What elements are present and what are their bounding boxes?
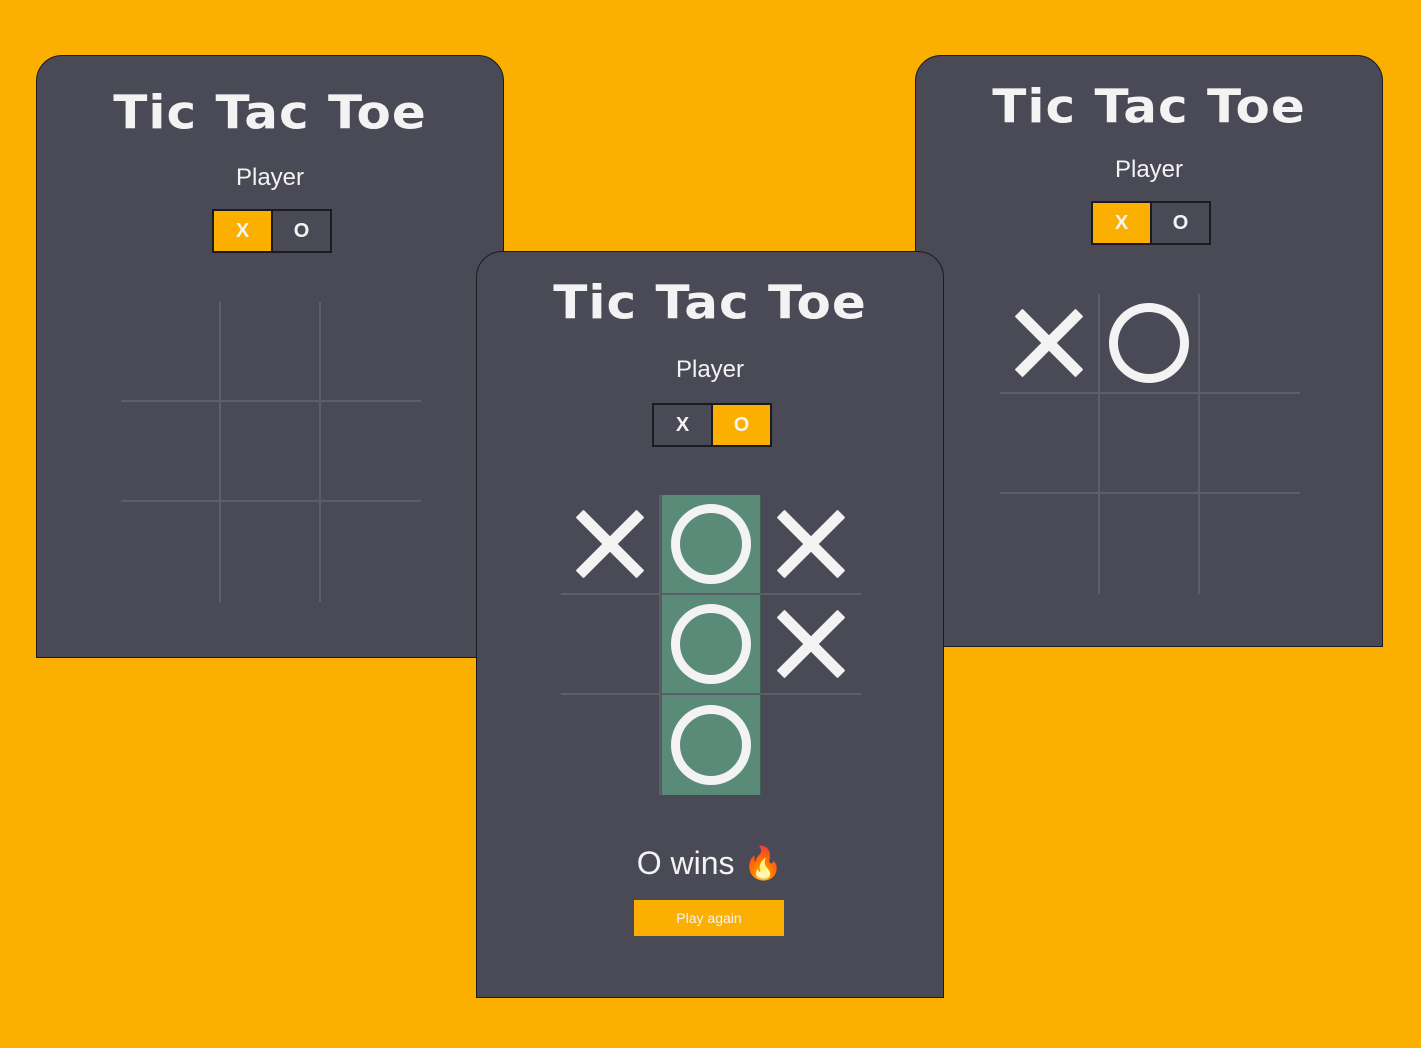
game-card-in-progress: Tic Tac Toe Player X O [915,55,1383,647]
board-cell[interactable] [1200,394,1300,494]
board-cell[interactable] [661,695,761,795]
board-cell[interactable] [321,402,421,502]
board-cell[interactable] [561,695,661,795]
x-mark-icon [1014,308,1084,378]
player-o-option[interactable]: O [1150,203,1209,243]
player-o-option[interactable]: O [271,211,330,251]
player-label: Player [675,356,745,383]
board-cell[interactable] [1100,394,1200,494]
o-mark-icon [671,705,751,785]
player-label: Player [235,164,305,191]
game-card-win: Tic Tac Toe Player X O O wins 🔥 Play aga… [476,251,944,998]
board-cell[interactable] [221,302,321,402]
board-cell[interactable] [221,402,321,502]
result-message: O wins 🔥 [477,844,943,882]
board-cell[interactable] [1200,494,1300,594]
player-toggle: X O [652,403,772,447]
o-mark-icon [671,604,751,684]
board-cell[interactable] [661,595,761,695]
game-board [561,495,861,795]
board-cell[interactable] [661,495,761,595]
player-toggle: X O [212,209,332,253]
board-cell[interactable] [1000,394,1100,494]
player-label: Player [1114,156,1184,183]
board-cell[interactable] [121,302,221,402]
x-mark-icon [575,509,645,579]
board-cell[interactable] [761,695,861,795]
board-cell[interactable] [761,595,861,695]
board-cell[interactable] [121,402,221,502]
result-text: O wins [636,845,735,881]
board-cell[interactable] [761,495,861,595]
board-cell[interactable] [1000,294,1100,394]
board-cell[interactable] [321,302,421,402]
fire-icon: 🔥 [743,845,784,881]
o-mark-icon [1109,303,1189,383]
game-title: Tic Tac Toe [113,86,427,140]
game-board [1000,294,1300,594]
board-cell[interactable] [561,595,661,695]
play-again-button[interactable]: Play again [634,900,784,936]
player-toggle: X O [1091,201,1211,245]
player-x-option[interactable]: X [1093,203,1150,243]
game-board [121,302,421,602]
game-title: Tic Tac Toe [553,276,867,330]
o-mark-icon [671,504,751,584]
game-title: Tic Tac Toe [992,80,1306,134]
board-cell[interactable] [321,502,421,602]
x-mark-icon [776,509,846,579]
game-card-empty: Tic Tac Toe Player X O [36,55,504,658]
board-cell[interactable] [561,495,661,595]
board-cell[interactable] [121,502,221,602]
player-x-option[interactable]: X [214,211,271,251]
player-o-option[interactable]: O [711,405,770,445]
board-cell[interactable] [221,502,321,602]
x-mark-icon [776,609,846,679]
board-cell[interactable] [1100,494,1200,594]
board-cell[interactable] [1100,294,1200,394]
player-x-option[interactable]: X [654,405,711,445]
board-cell[interactable] [1000,494,1100,594]
board-cell[interactable] [1200,294,1300,394]
